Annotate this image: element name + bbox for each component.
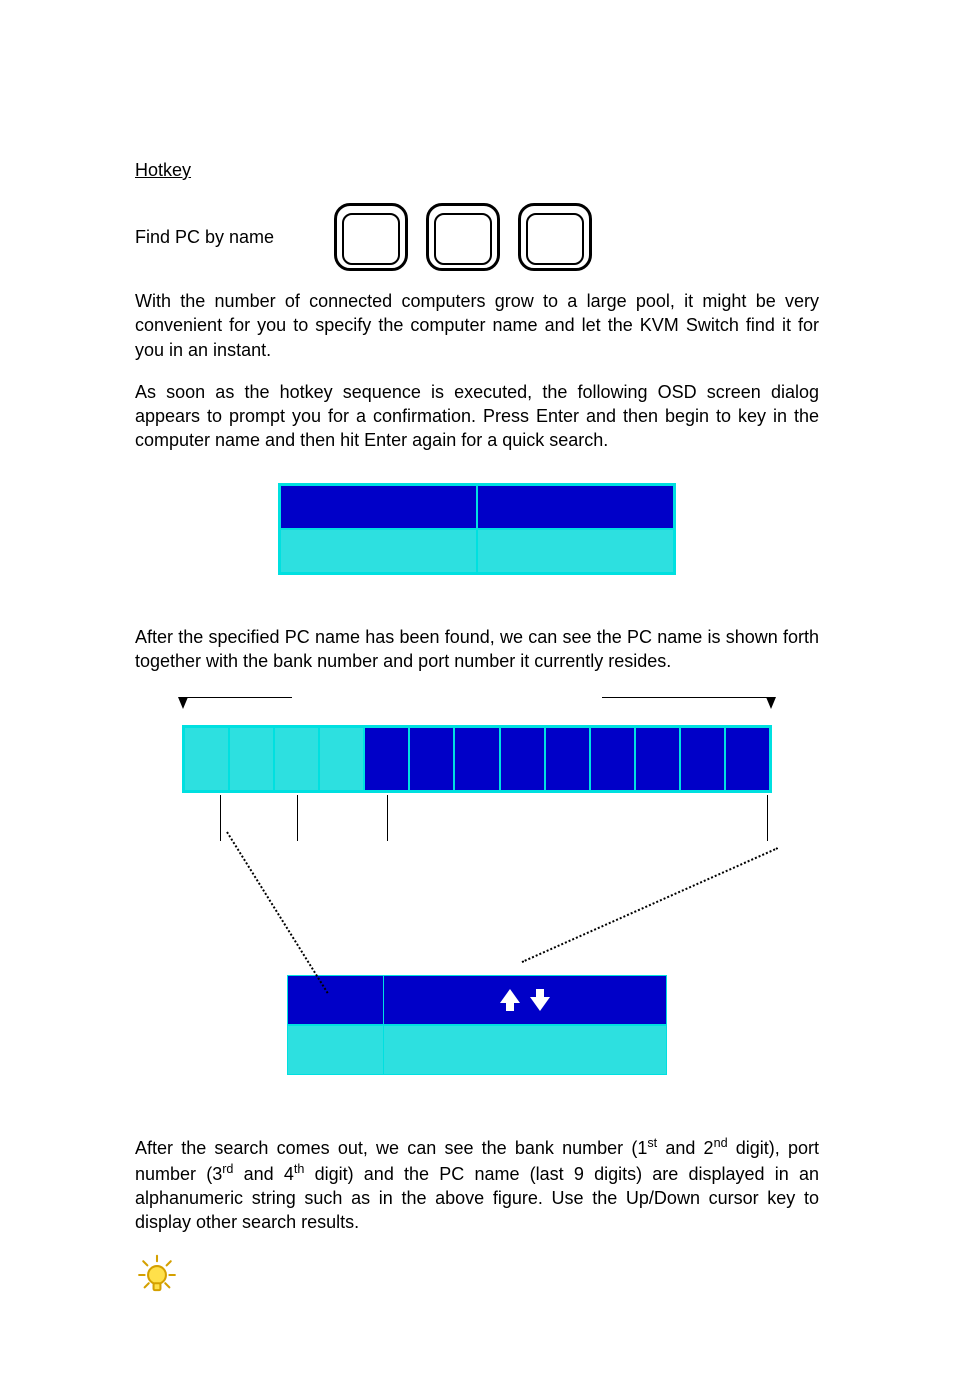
paragraph-1: With the number of connected computers g… (135, 289, 819, 362)
grid-cell (229, 727, 274, 791)
paragraph-4: After the search comes out, we can see t… (135, 1135, 819, 1234)
tick-mark (387, 795, 388, 841)
arrow-up-icon (500, 989, 520, 1011)
dotted-line-icon (226, 832, 328, 994)
subtitle-text: Find PC by name (135, 227, 274, 248)
grid-cell (409, 727, 454, 791)
arrow-down-icon (530, 989, 550, 1011)
grid-cell (319, 727, 364, 791)
paragraph-3: After the specified PC name has been fou… (135, 625, 819, 674)
osd-nav-box (287, 975, 667, 1075)
hotkey-heading: Hotkey (135, 160, 819, 181)
tip-lightbulb-icon (135, 1253, 179, 1297)
osd-result-grid (182, 725, 772, 793)
tick-mark (297, 795, 298, 841)
tick-mark (767, 795, 768, 841)
left-pointer-icon (182, 697, 292, 725)
subtitle-row: Find PC by name (135, 203, 819, 271)
right-pointer-icon (662, 697, 772, 725)
grid-cell (274, 727, 319, 791)
osd-result-figure (182, 697, 772, 1075)
grid-cell (184, 727, 229, 791)
document-page: Hotkey Find PC by name With the number o… (0, 0, 954, 1377)
keycap-icon (334, 203, 408, 271)
grid-cell (635, 727, 680, 791)
osd-header-row (280, 485, 674, 529)
pointer-row (182, 697, 772, 725)
grid-cell (590, 727, 635, 791)
osd-dialog-small (278, 483, 676, 575)
grid-cell (364, 727, 409, 791)
grid-cell (725, 727, 770, 791)
dotted-line-icon (522, 848, 779, 964)
tick-mark (220, 795, 221, 841)
keycap-group (334, 203, 592, 271)
osd-input-row (280, 529, 674, 573)
keycap-icon (426, 203, 500, 271)
paragraph-2: As soon as the hotkey sequence is execut… (135, 380, 819, 453)
grid-cell (545, 727, 590, 791)
grid-cell (454, 727, 499, 791)
grid-cell (680, 727, 725, 791)
dotted-guides (182, 849, 772, 969)
keycap-icon (518, 203, 592, 271)
osd-nav-body (287, 1025, 667, 1075)
osd-nav-header (287, 975, 667, 1025)
grid-cell (500, 727, 545, 791)
